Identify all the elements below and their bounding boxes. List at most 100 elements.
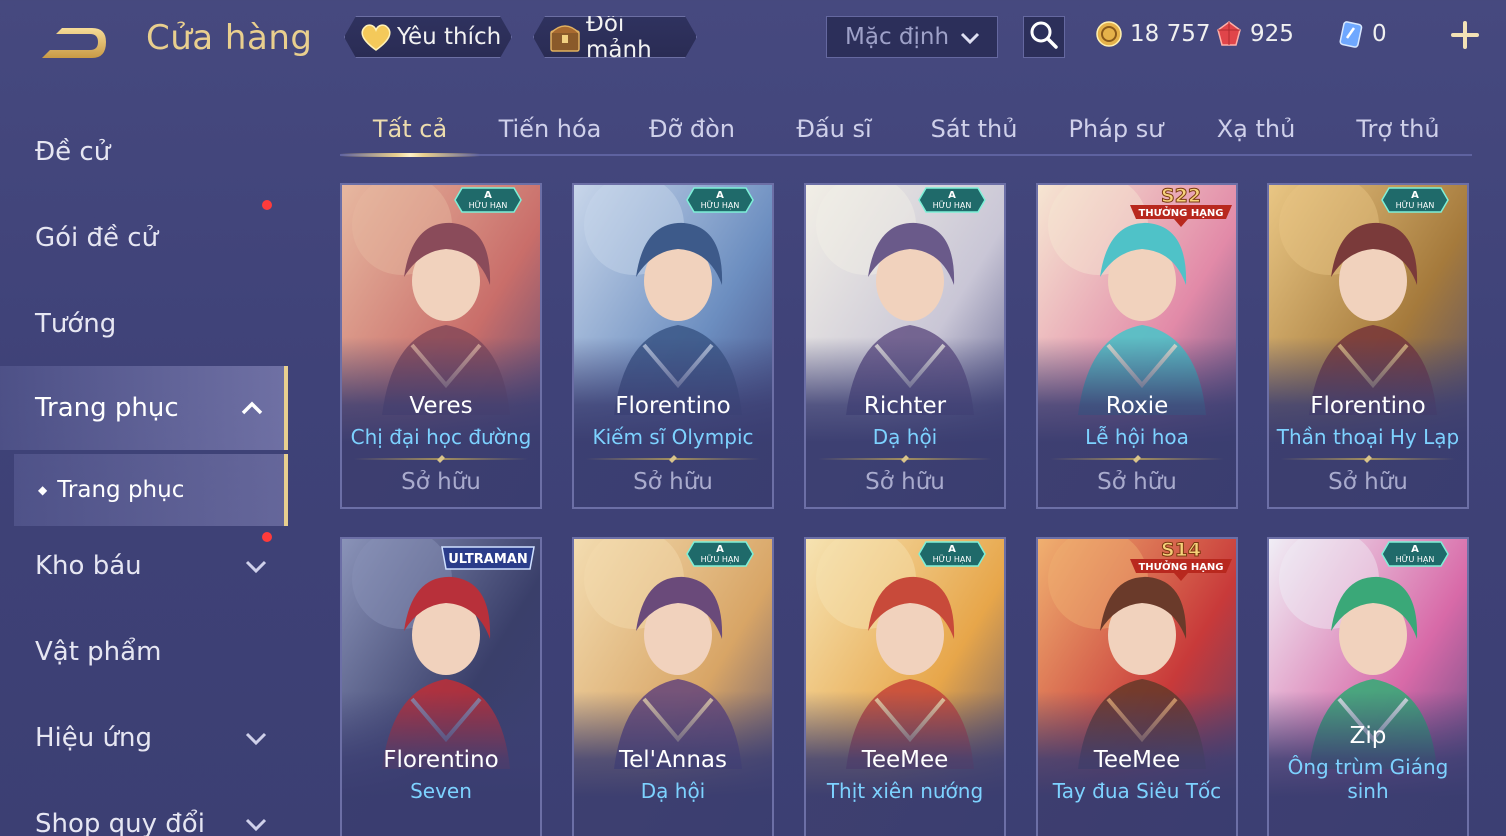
sidebar-item-label: Kho báu <box>35 551 142 581</box>
sidebar-item-effects[interactable]: Hiệu ứng <box>0 696 288 780</box>
tab-assassin[interactable]: Sát thủ <box>904 104 1044 154</box>
sidebar-item-label: Vật phẩm <box>35 637 162 667</box>
skin-card[interactable]: ULTRAMAN Florentino Seven <box>340 537 542 836</box>
badge-season: S14 <box>1161 539 1201 561</box>
badge-limited-text: HỮU HẠN <box>701 199 740 211</box>
back-arrow-icon[interactable] <box>36 24 112 64</box>
tab-marksman[interactable]: Xạ thủ <box>1186 104 1326 154</box>
hero-name: Florentino <box>1310 393 1426 419</box>
skin-card[interactable]: A HỮU HẠN Richter Dạ hội Sở hữu <box>804 183 1006 509</box>
skin-card[interactable]: A HỮU HẠN Zip Ông trùm Giáng sinh <box>1267 537 1469 836</box>
exchange-fragments-button[interactable]: Đổi mảnh <box>533 16 697 58</box>
skin-name: Kiếm sĩ Olympic <box>592 425 754 449</box>
badge-grade: A <box>948 544 956 555</box>
badge-rank-text: THƯỞNG HẠNG <box>1138 205 1223 219</box>
hero-name: TeeMee <box>1093 747 1181 773</box>
owned-status: Sở hữu <box>865 469 945 495</box>
limited-a-badge: A HỮU HẠN <box>918 541 986 567</box>
hero-name: Roxie <box>1105 393 1169 419</box>
exchange-label: Đổi mảnh <box>586 11 652 63</box>
sidebar-item-treasure[interactable]: Kho báu <box>0 524 288 608</box>
skin-card[interactable]: A HỮU HẠN Florentino Thần thoại Hy Lạp Sở hữ… <box>1267 183 1469 509</box>
sidebar-item-items[interactable]: Vật phẩm <box>0 610 288 694</box>
sidebar-item-label: Gói đề cử <box>35 223 159 253</box>
badge-grade: A <box>1411 544 1419 555</box>
favorite-button[interactable]: Yêu thích <box>344 16 512 58</box>
tab-tank[interactable]: Đỡ đòn <box>622 104 762 154</box>
card-divider <box>586 458 760 460</box>
notification-dot <box>262 532 272 542</box>
badge-grade: A <box>716 190 724 201</box>
sidebar-item-recommended[interactable]: Đề cử <box>0 110 288 194</box>
heart-icon <box>359 20 393 54</box>
tab-fighter[interactable]: Đấu sĩ <box>764 104 904 154</box>
ultraman-badge: ULTRAMAN <box>438 545 538 571</box>
tab-mage[interactable]: Pháp sư <box>1046 104 1186 154</box>
owned-status: Sở hữu <box>1328 469 1408 495</box>
badge-grade: A <box>716 544 724 555</box>
card-divider <box>1281 458 1455 460</box>
sort-dropdown[interactable]: Mặc định <box>826 16 998 58</box>
hero-name: Zip <box>1349 723 1387 749</box>
hero-name: Richter <box>863 393 947 419</box>
notification-dot <box>262 200 272 210</box>
sidebar-item-label: Tướng <box>35 309 117 339</box>
plus-icon <box>1451 21 1479 49</box>
tab-support[interactable]: Trợ thủ <box>1328 104 1468 154</box>
badge-grade: A <box>948 190 956 201</box>
skin-name: Dạ hội <box>640 779 706 803</box>
badge-season: S22 <box>1161 185 1201 207</box>
sidebar-item-label: Trang phục <box>35 393 179 423</box>
treasure-chest-icon <box>548 20 582 54</box>
tab-all[interactable]: Tất cả <box>340 104 480 157</box>
owned-status: Sở hữu <box>1097 469 1177 495</box>
skin-card[interactable]: A HỮU HẠN Florentino Kiếm sĩ Olympic Sở hữu <box>572 183 774 509</box>
chevron-down-icon <box>959 27 981 55</box>
voucher-currency: 0 <box>1336 18 1387 50</box>
season-rank-badge: S14 THƯỞNG HẠNG <box>1128 539 1234 583</box>
skin-card[interactable]: S22 THƯỞNG HẠNG Roxie Lễ hội hoa Sở hữu <box>1036 183 1238 509</box>
hero-name: Veres <box>409 393 473 419</box>
sort-value: Mặc định <box>845 24 950 50</box>
sidebar-item-recommended-packs[interactable]: Gói đề cử <box>0 196 288 280</box>
add-currency-button[interactable] <box>1448 18 1482 52</box>
tab-evolution[interactable]: Tiến hóa <box>480 104 620 154</box>
skin-card[interactable]: A HỮU HẠN TeeMee Thịt xiên nướng <box>804 537 1006 836</box>
badge-grade: A <box>484 190 492 201</box>
skin-name: Lễ hội hoa <box>1085 425 1189 449</box>
limited-a-badge: A HỮU HẠN <box>686 187 754 213</box>
sidebar-item-heroes[interactable]: Tướng <box>0 282 288 366</box>
limited-a-badge: A HỮU HẠN <box>1381 541 1449 567</box>
sidebar-item-exchange-shop[interactable]: Shop quy đổi <box>0 782 288 836</box>
owned-status: Sở hữu <box>401 469 481 495</box>
hero-name: TeeMee <box>861 747 949 773</box>
ruby-gem-icon <box>1214 19 1244 49</box>
sidebar-item-label: Shop quy đổi <box>35 809 205 836</box>
hero-name: Tel'Annas <box>619 747 727 773</box>
owned-status: Sở hữu <box>633 469 713 495</box>
search-button[interactable] <box>1023 16 1065 58</box>
gold-coin-icon <box>1094 19 1124 49</box>
badge-limited-text: HỮU HẠN <box>701 553 740 565</box>
skin-card[interactable]: A HỮU HẠN Veres Chị đại học đường Sở hữu <box>340 183 542 509</box>
skin-name: Dạ hội <box>872 425 938 449</box>
skin-name: Seven <box>410 779 472 803</box>
ruby-currency: 925 <box>1214 18 1294 50</box>
skin-card[interactable]: A HỮU HẠN Tel'Annas Dạ hội <box>572 537 774 836</box>
badge-grade: A <box>1411 190 1419 201</box>
badge-rank-text: THƯỞNG HẠNG <box>1138 559 1223 573</box>
sidebar-item-skins[interactable]: Trang phục <box>0 366 288 450</box>
limited-a-badge: A HỮU HẠN <box>918 187 986 213</box>
category-tabs: Tất cả Tiến hóa Đỡ đòn Đấu sĩ Sát thủ Ph… <box>340 104 1472 157</box>
sidebar-subitem-skins[interactable]: ◆ Trang phục <box>14 454 288 526</box>
limited-a-badge: A HỮU HẠN <box>686 541 754 567</box>
badge-limited-text: HỮU HẠN <box>933 199 972 211</box>
chevron-down-icon <box>244 723 268 753</box>
chevron-down-icon <box>244 809 268 836</box>
sidebar-subitem-label: Trang phục <box>57 477 185 503</box>
sidebar: Đề cử Gói đề cử Tướng Trang phục ◆ Trang… <box>0 100 290 836</box>
bullet-icon: ◆ <box>38 483 48 497</box>
badge-ultraman-text: ULTRAMAN <box>448 552 528 567</box>
ruby-amount: 925 <box>1250 21 1294 47</box>
skin-card[interactable]: S14 THƯỞNG HẠNG TeeMee Tay đua Siêu Tốc <box>1036 537 1238 836</box>
